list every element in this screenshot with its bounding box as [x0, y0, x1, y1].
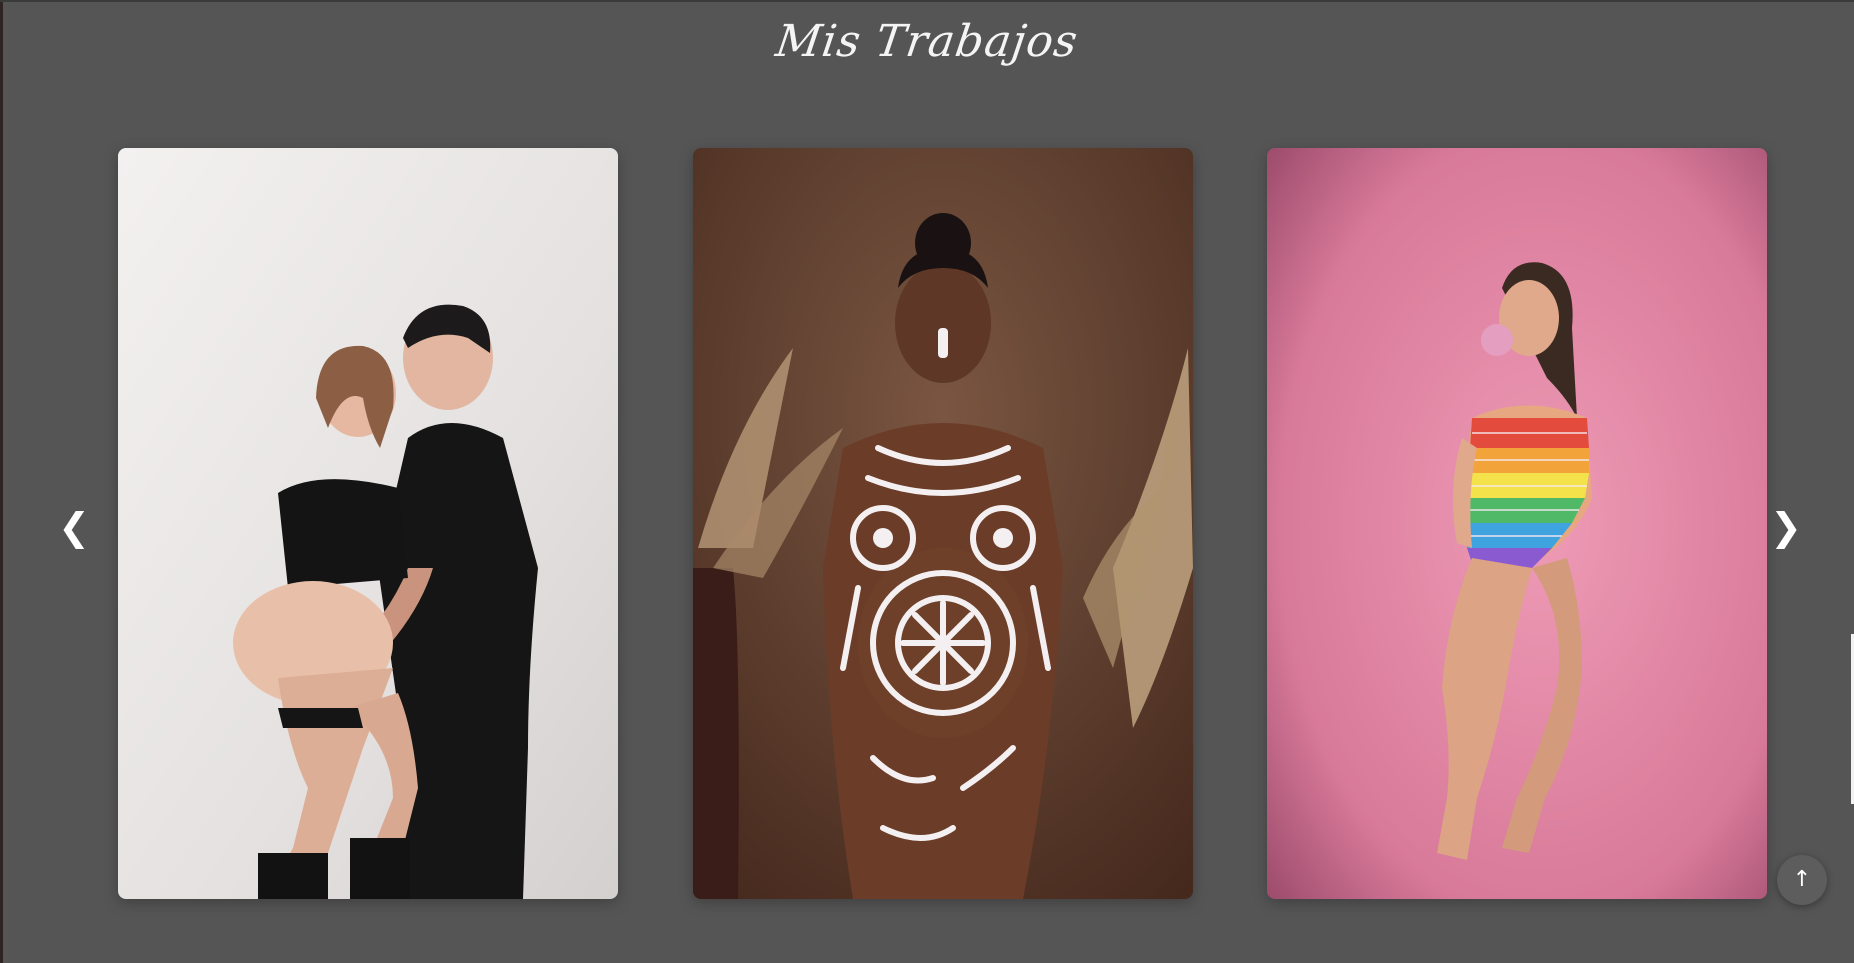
- photo-pink-maternity: [1267, 148, 1767, 899]
- gallery-photo-3[interactable]: [1267, 148, 1767, 899]
- scroll-to-top-button[interactable]: ↑: [1777, 855, 1827, 905]
- photo-body-paint-maternity: [693, 148, 1193, 899]
- carousel-next-button[interactable]: ❯: [1766, 502, 1806, 552]
- portfolio-section: Mis Trabajos ❮ ❯ ↑: [0, 0, 1854, 963]
- carousel-prev-button[interactable]: ❮: [54, 502, 94, 552]
- left-edge-strip: [0, 2, 3, 963]
- photo-couple-maternity: [118, 148, 618, 899]
- gallery-photo-1[interactable]: [118, 148, 618, 899]
- section-title: Mis Trabajos: [772, 16, 1082, 67]
- photo-carousel: [118, 148, 1768, 900]
- gallery-photo-2[interactable]: [693, 148, 1193, 899]
